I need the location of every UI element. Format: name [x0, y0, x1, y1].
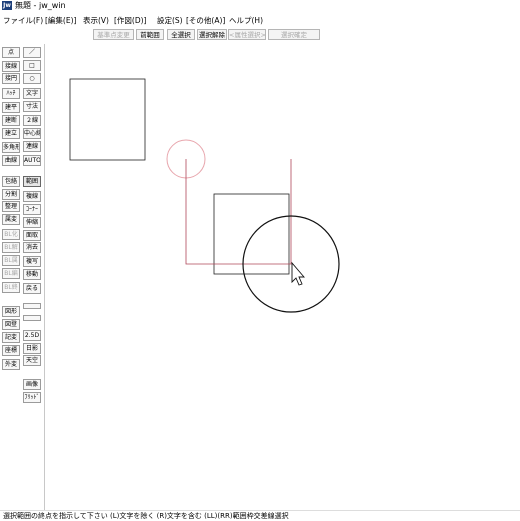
tool-point[interactable]: 点	[2, 47, 20, 58]
attribute-select-button[interactable]: <属性選択>	[228, 29, 266, 40]
select-all-button[interactable]: 全選択	[167, 29, 195, 40]
tool-block-attribute[interactable]: BL属	[2, 255, 20, 266]
tool-envelope[interactable]: 包絡	[2, 176, 20, 187]
tool-block-create[interactable]: BL化	[2, 229, 20, 240]
tool-offset[interactable]: 複線	[23, 191, 41, 202]
tool-coordinates[interactable]: 座標	[2, 345, 20, 356]
tool-hatch[interactable]: ﾊｯﾁ	[2, 88, 20, 99]
menu-other[interactable]: [その他(A)]	[186, 15, 225, 26]
tool-block-edit[interactable]: BL編	[2, 268, 20, 279]
tool-copy[interactable]: 複写	[23, 256, 41, 267]
menu-edit[interactable]: [編集(E)]	[45, 15, 76, 26]
tool-symbol-change[interactable]: 記変	[2, 332, 20, 343]
title-bar: Jw 無題 - jw_win	[0, 0, 520, 12]
tool-section-view[interactable]: 建断	[2, 115, 20, 126]
selection-toolbar: 基準点変更 前範囲 全選択 選択解除 <属性選択> 選択確定	[0, 28, 520, 42]
window-title: 無題 - jw_win	[15, 1, 66, 10]
drawn-square-1[interactable]	[69, 78, 146, 161]
menu-help[interactable]: ヘルプ(H)	[229, 15, 263, 26]
tool-divide[interactable]: 分割	[2, 189, 20, 200]
status-bar: 選択範囲の終点を指示して下さい (L)文字を除く (R)文字を含む (LL)(R…	[0, 510, 520, 521]
menu-settings[interactable]: 設定(S)	[157, 15, 183, 26]
menu-file[interactable]: ファイル(F)	[3, 15, 43, 26]
tool-elevation[interactable]: 建立	[2, 128, 20, 139]
tool-image[interactable]: 画像	[23, 379, 41, 390]
menu-view[interactable]: 表示(V)	[83, 15, 109, 26]
tool-auto[interactable]: AUTO	[23, 155, 41, 166]
tool-erase[interactable]: 消去	[23, 242, 41, 253]
tool-tangent-circle[interactable]: 接円	[2, 73, 20, 84]
tool-plan-view[interactable]: 建平	[2, 102, 20, 113]
previous-range-button[interactable]: 前範囲	[136, 29, 164, 40]
tool-center-line[interactable]: 中心線	[23, 128, 41, 139]
tool-polygon[interactable]: 多角形	[2, 142, 20, 153]
menu-bar: ファイル(F) [編集(E)] 表示(V) [作図(D)] 設定(S) [その他…	[0, 14, 520, 27]
tool-move[interactable]: 移動	[23, 269, 41, 280]
tool-dimension[interactable]: 寸法	[23, 101, 41, 112]
tool-rectangle[interactable]: □	[23, 60, 41, 71]
tool-2-5d[interactable]: 2.5D	[23, 330, 41, 341]
tool-attribute-change[interactable]: 属変	[2, 214, 20, 225]
tool-continuous-line[interactable]: 連線	[23, 141, 41, 152]
tool-double-line[interactable]: ２線	[23, 115, 41, 126]
menu-draw[interactable]: [作図(D)]	[114, 15, 146, 26]
tool-blank-2[interactable]	[23, 315, 41, 321]
tool-range[interactable]: 範囲	[23, 176, 41, 187]
selection-rubber-band	[185, 159, 292, 265]
deselect-button[interactable]: 選択解除	[197, 29, 227, 40]
tool-fluid[interactable]: ﾌﾘｯﾄﾞ	[23, 392, 41, 403]
tool-text[interactable]: 文字	[23, 88, 41, 99]
app-icon: Jw	[2, 1, 12, 10]
tool-figure[interactable]: 図形	[2, 306, 20, 317]
mouse-pointer-icon	[291, 261, 305, 286]
drawing-canvas[interactable]	[45, 44, 520, 510]
tool-corner[interactable]: ｺｰﾅｰ	[23, 204, 41, 215]
confirm-selection-button[interactable]: 選択確定	[268, 29, 320, 40]
tool-curve[interactable]: 曲線	[2, 155, 20, 166]
tool-extend[interactable]: 伸縮	[23, 217, 41, 228]
tool-external-change[interactable]: 外変	[2, 359, 20, 370]
tool-tangent-line[interactable]: 接線	[2, 61, 20, 72]
tool-shadow[interactable]: 日影	[23, 343, 41, 354]
tool-block-explode[interactable]: BL解	[2, 242, 20, 253]
change-base-point-button[interactable]: 基準点変更	[93, 29, 134, 40]
tool-line[interactable]: ／	[23, 47, 41, 58]
tool-sky[interactable]: 天空	[23, 355, 41, 366]
tool-chamfer[interactable]: 面取	[23, 230, 41, 241]
tool-figure-register[interactable]: 図登	[2, 319, 20, 330]
tool-cleanup[interactable]: 整理	[2, 201, 20, 212]
tool-blank-1[interactable]	[23, 303, 41, 309]
drawn-square-2[interactable]	[213, 193, 290, 275]
tool-palette: 点 接線 接円 ﾊｯﾁ 建平 建断 建立 多角形 曲線 包絡 分割 整理 属変 …	[0, 44, 44, 514]
tool-block-end[interactable]: BL終	[2, 282, 20, 293]
tool-undo[interactable]: 戻る	[23, 283, 41, 294]
tool-circle[interactable]: ○	[23, 73, 41, 84]
